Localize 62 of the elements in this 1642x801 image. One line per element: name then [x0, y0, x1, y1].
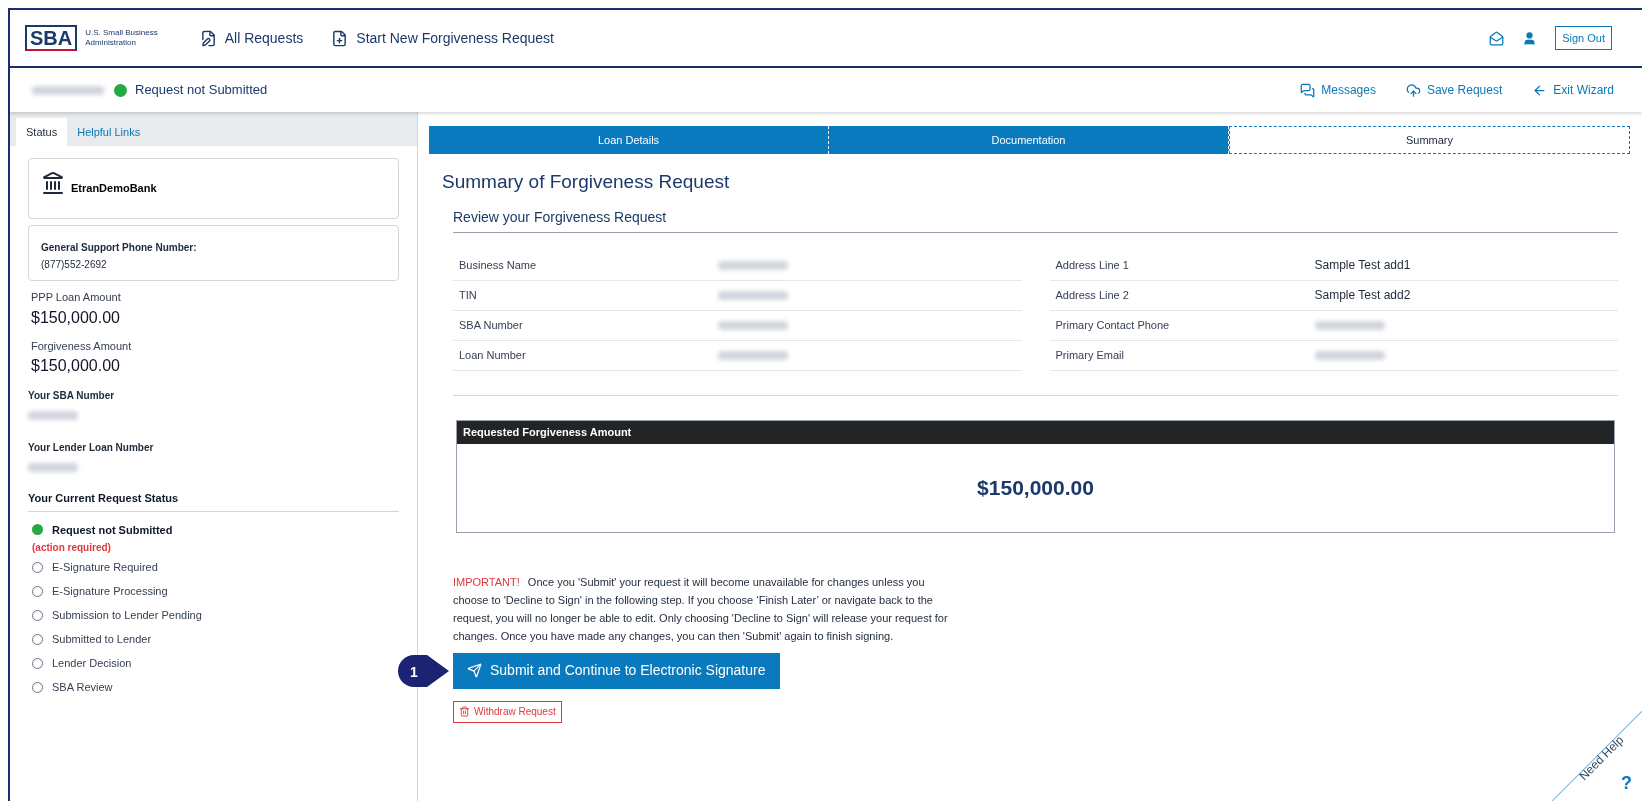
amount-label: PPP Loan Amount — [31, 290, 122, 305]
wizard-step-tab[interactable]: Loan Details — [429, 126, 829, 154]
status-step: Submission to Lender Pending — [52, 607, 202, 624]
sba-logo[interactable]: SBA U.S. Small Business Administration — [25, 25, 158, 51]
logo-mark: SBA — [25, 25, 78, 51]
amount-value: $150,000.00 — [31, 356, 121, 376]
withdraw-button[interactable]: Withdraw Request — [453, 700, 562, 723]
field-label: Loan Number — [458, 347, 527, 363]
cloud-upload-icon — [1405, 82, 1421, 98]
status-step: Lender Decision — [52, 655, 132, 672]
field-label: Primary Email — [1054, 347, 1125, 363]
send-icon — [467, 663, 482, 678]
nav-link[interactable]: Start New Forgiveness Request — [331, 27, 554, 49]
bank-icon — [41, 171, 65, 195]
toolbar-link[interactable]: Save Request — [1405, 81, 1503, 99]
status-step: E-Signature Required — [52, 559, 158, 576]
status-step: E-Signature Processing — [52, 583, 168, 600]
sign-out-button[interactable]: Sign Out — [1555, 25, 1612, 51]
sidebar-tab[interactable]: Status — [16, 118, 68, 146]
support-phone: (877)552-2692 — [41, 258, 108, 272]
wizard-step-tab[interactable]: Summary — [1229, 126, 1630, 154]
request-status: Request not Submitted — [135, 81, 268, 100]
page-title: Summary of Forgiveness Request — [442, 170, 731, 194]
nav-link[interactable]: All Requests — [199, 27, 304, 49]
amount-value: $150,000.00 — [31, 307, 121, 328]
sidebar-tab[interactable]: Helpful Links — [67, 118, 151, 146]
field-label: SBA Number — [458, 317, 524, 333]
status-step: Submitted to Lender — [52, 631, 152, 648]
action-note: (action required) — [32, 541, 112, 555]
field-label: Address Line 2 — [1054, 287, 1130, 303]
amount-label: Forgiveness Amount — [31, 338, 133, 354]
requested-amount: $150,000.00 — [977, 474, 1094, 501]
wizard-step-tab[interactable]: Documentation — [829, 126, 1229, 154]
number-label: Your Lender Loan Number — [28, 441, 155, 455]
status-step: Request not Submitted — [52, 521, 173, 538]
submit-button[interactable]: Submit and Continue to Electronic Signature — [453, 652, 780, 689]
mail-icon[interactable] — [1489, 30, 1505, 46]
important-notice: IMPORTANT! Once you 'Submit' your request it will become unavailable for changes unless you choose to 'Decline to Sign' in the following step. If you choose ‘Finish Later’ or navigate back to the request, you will no longer be able to edit. Only choosing 'Decline to Sign' will release your request for changes. Once you have made any changes, you can then 'Submit' again to finish signing. — [453, 574, 949, 644]
field-label: Primary Contact Phone — [1054, 317, 1171, 333]
amount-box-header: Requested Forgiveness Amount — [457, 420, 1614, 444]
support-label: General Support Phone Number: — [41, 241, 198, 255]
logo-text: U.S. Small Business — [85, 28, 158, 38]
step-callout: 1 — [397, 653, 451, 688]
add-document-icon — [331, 29, 349, 47]
toolbar-link[interactable]: Exit Wizard — [1532, 81, 1614, 99]
help-mark: ? — [1621, 772, 1632, 795]
status-step: SBA Review — [52, 679, 113, 696]
toolbar-link[interactable]: Messages — [1300, 81, 1376, 99]
user-icon[interactable] — [1522, 30, 1538, 46]
field-label: Business Name — [458, 257, 538, 273]
trash-icon — [459, 706, 470, 717]
field-label: Address Line 1 — [1054, 257, 1130, 273]
logo-text: Administration — [85, 38, 137, 48]
chat-icon — [1300, 82, 1316, 98]
field-label: TIN — [458, 287, 478, 303]
edit-document-icon — [199, 29, 217, 47]
section-title: Review your Forgiveness Request — [453, 206, 1618, 233]
bank-name: EtranDemoBank — [71, 181, 157, 196]
number-label: Your SBA Number — [28, 389, 116, 403]
status-heading: Your Current Request Status — [28, 490, 399, 512]
field-value: Sample Test add2 — [1314, 287, 1411, 304]
field-value: Sample Test add1 — [1314, 257, 1411, 274]
